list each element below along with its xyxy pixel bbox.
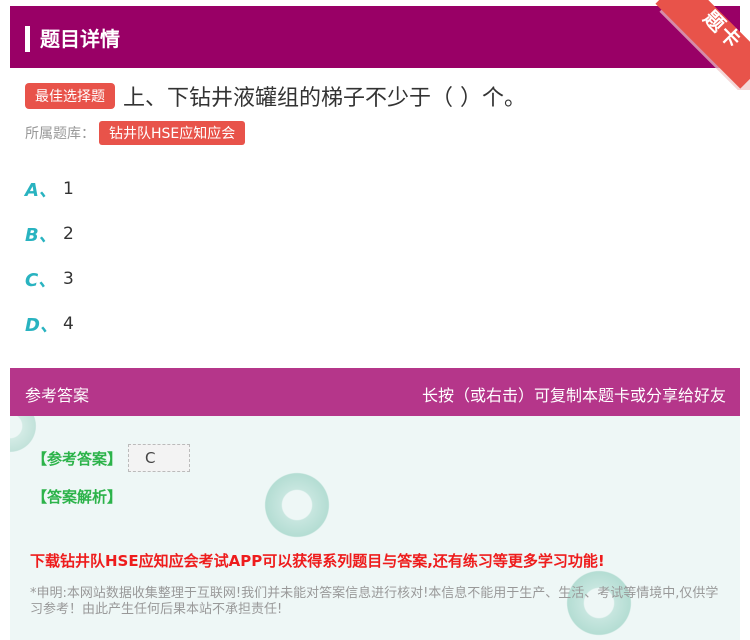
watermark-logo-icon: [260, 468, 334, 542]
option-d[interactable]: D、 4: [25, 311, 74, 337]
answer-bar: 参考答案 长按（或右击）可复制本题卡或分享给好友: [10, 368, 740, 416]
source-label: 所属题库：: [25, 126, 95, 142]
answer-analysis-label: 【答案解析】: [32, 488, 123, 506]
option-letter: A、: [25, 180, 57, 201]
question-row: 最佳选择题 上、下钻井液罐组的梯子不少于（ ）个。: [25, 80, 526, 112]
source-tag[interactable]: 钻井队HSE应知应会: [99, 121, 246, 145]
option-b[interactable]: B、 2: [25, 221, 74, 247]
page-title: 题目详情: [40, 27, 120, 51]
option-letter: C、: [25, 270, 57, 291]
reference-answer-value: C: [128, 444, 191, 472]
reference-answer-label: 【参考答案】: [32, 449, 123, 468]
source-row: 所属题库： 钻井队HSE应知应会: [25, 121, 246, 145]
disclaimer-text: *申明:本网站数据收集整理于互联网!我们并未能对答案信息进行核对!本信息不能用于…: [30, 586, 719, 617]
option-value: 3: [63, 269, 74, 289]
app-download-promo[interactable]: 下载钻井队HSE应知应会考试APP可以获得系列题目与答案,还有练习等更多学习功能…: [30, 550, 605, 571]
copy-share-hint[interactable]: 长按（或右击）可复制本题卡或分享给好友: [422, 382, 726, 406]
option-c[interactable]: C、 3: [25, 266, 74, 292]
reference-answer: 【参考答案】 C: [32, 444, 191, 472]
option-letter: B、: [25, 225, 57, 246]
option-a[interactable]: A、 1: [25, 176, 74, 202]
option-value: 2: [63, 224, 74, 244]
question-text: 上、下钻井液罐组的梯子不少于（ ）个。: [123, 86, 526, 111]
page-header: 题目详情: [10, 6, 740, 68]
answer-bar-title: 参考答案: [25, 386, 90, 405]
question-type-tag: 最佳选择题: [25, 83, 115, 109]
answer-panel: 【参考答案】 C 【答案解析】 下载钻井队HSE应知应会考试APP可以获得系列题…: [10, 416, 740, 640]
card-corner-ribbon: 题卡: [640, 0, 750, 90]
header-accent-bar: [25, 26, 30, 52]
option-letter: D、: [25, 315, 58, 336]
option-value: 1: [63, 179, 74, 199]
option-value: 4: [63, 314, 74, 334]
